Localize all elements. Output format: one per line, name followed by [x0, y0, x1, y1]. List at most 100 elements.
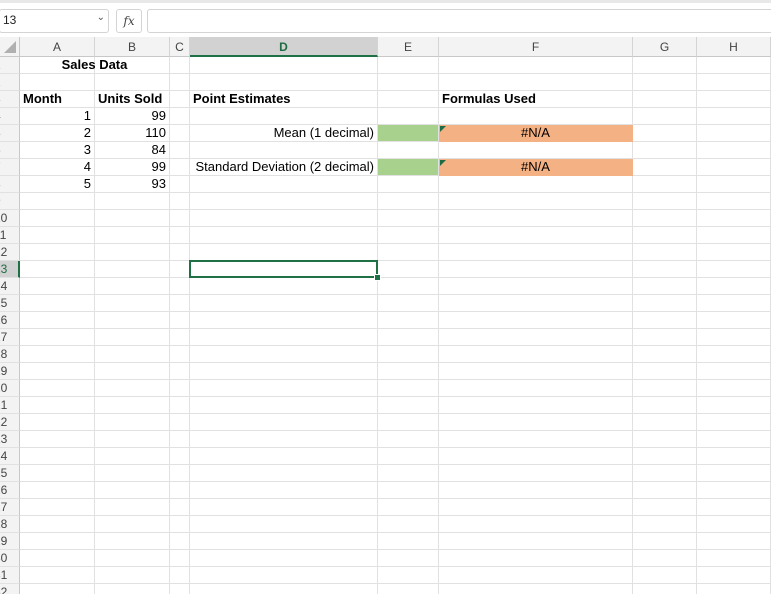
- cell-g26[interactable]: [633, 482, 697, 499]
- cell-f12[interactable]: [439, 244, 633, 261]
- cell-f21[interactable]: [439, 397, 633, 414]
- cell-h25[interactable]: [697, 465, 771, 482]
- cell-h21[interactable]: [697, 397, 771, 414]
- row-header-29[interactable]: 29: [0, 533, 20, 550]
- cell-b17[interactable]: [95, 329, 170, 346]
- column-header-a[interactable]: A: [20, 37, 95, 57]
- cell-g25[interactable]: [633, 465, 697, 482]
- cell-h30[interactable]: [697, 550, 771, 567]
- cell-d15[interactable]: [190, 295, 378, 312]
- cell-b19[interactable]: [95, 363, 170, 380]
- cell-e2[interactable]: [378, 74, 439, 91]
- row-header-1[interactable]: 1: [0, 57, 20, 74]
- cell-c22[interactable]: [170, 414, 190, 431]
- cell-e24[interactable]: [378, 448, 439, 465]
- cell-a27[interactable]: [20, 499, 95, 516]
- cell-e31[interactable]: [378, 567, 439, 584]
- cell-g19[interactable]: [633, 363, 697, 380]
- cell-c11[interactable]: [170, 227, 190, 244]
- cell-g3[interactable]: [633, 91, 697, 108]
- cell-c18[interactable]: [170, 346, 190, 363]
- cell-g32[interactable]: [633, 584, 697, 594]
- cell-g31[interactable]: [633, 567, 697, 584]
- row-header-31[interactable]: 31: [0, 567, 20, 584]
- mean-formula-cell[interactable]: #N/A: [439, 125, 633, 142]
- cell-f13[interactable]: [439, 261, 633, 278]
- cell-f24[interactable]: [439, 448, 633, 465]
- cell-h23[interactable]: [697, 431, 771, 448]
- cell-h3[interactable]: [697, 91, 771, 108]
- row-header-11[interactable]: 11: [0, 227, 20, 244]
- cell-c13[interactable]: [170, 261, 190, 278]
- cell-c30[interactable]: [170, 550, 190, 567]
- cell-d12[interactable]: [190, 244, 378, 261]
- row-header-14[interactable]: 14: [0, 278, 20, 295]
- cell-g16[interactable]: [633, 312, 697, 329]
- cell-g30[interactable]: [633, 550, 697, 567]
- cell-a32[interactable]: [20, 584, 95, 594]
- cell-f4[interactable]: [439, 108, 633, 125]
- cell-b11[interactable]: [95, 227, 170, 244]
- row-header-2[interactable]: 2: [0, 74, 20, 91]
- cell-g23[interactable]: [633, 431, 697, 448]
- cell-g22[interactable]: [633, 414, 697, 431]
- cell-e4[interactable]: [378, 108, 439, 125]
- cell-d30[interactable]: [190, 550, 378, 567]
- cell-d2[interactable]: [190, 74, 378, 91]
- month-value[interactable]: 2: [20, 125, 95, 142]
- cell-a31[interactable]: [20, 567, 95, 584]
- selected-cell[interactable]: [189, 260, 378, 278]
- cell-f29[interactable]: [439, 533, 633, 550]
- error-indicator-icon[interactable]: [440, 160, 446, 166]
- cell-f15[interactable]: [439, 295, 633, 312]
- cell-c26[interactable]: [170, 482, 190, 499]
- cell-h12[interactable]: [697, 244, 771, 261]
- cell-f1[interactable]: [439, 57, 633, 74]
- cell-b15[interactable]: [95, 295, 170, 312]
- cell-c29[interactable]: [170, 533, 190, 550]
- standard-deviation-answer-cell[interactable]: [378, 159, 439, 176]
- cell-h6[interactable]: [697, 142, 771, 159]
- cell-d27[interactable]: [190, 499, 378, 516]
- cell-a30[interactable]: [20, 550, 95, 567]
- cell-e19[interactable]: [378, 363, 439, 380]
- cell-e20[interactable]: [378, 380, 439, 397]
- cell-a21[interactable]: [20, 397, 95, 414]
- standard-deviation-label[interactable]: Standard Deviation (2 decimal): [190, 159, 378, 176]
- cell-g5[interactable]: [633, 125, 697, 142]
- cell-a23[interactable]: [20, 431, 95, 448]
- formula-input[interactable]: [147, 9, 771, 33]
- units-sold-value[interactable]: 84: [95, 142, 170, 159]
- cell-h20[interactable]: [697, 380, 771, 397]
- cell-f23[interactable]: [439, 431, 633, 448]
- cell-d21[interactable]: [190, 397, 378, 414]
- cell-b21[interactable]: [95, 397, 170, 414]
- cell-d6[interactable]: [190, 142, 378, 159]
- cell-h5[interactable]: [697, 125, 771, 142]
- cell-b29[interactable]: [95, 533, 170, 550]
- cell-d16[interactable]: [190, 312, 378, 329]
- cell-e30[interactable]: [378, 550, 439, 567]
- cell-g12[interactable]: [633, 244, 697, 261]
- row-header-26[interactable]: 26: [0, 482, 20, 499]
- cell-d28[interactable]: [190, 516, 378, 533]
- cell-h31[interactable]: [697, 567, 771, 584]
- units-sold-value[interactable]: 93: [95, 176, 170, 193]
- cell-f6[interactable]: [439, 142, 633, 159]
- row-header-32[interactable]: 32: [0, 584, 20, 594]
- cell-b10[interactable]: [95, 210, 170, 227]
- cell-d18[interactable]: [190, 346, 378, 363]
- cell-c9[interactable]: [170, 193, 190, 210]
- cell-e32[interactable]: [378, 584, 439, 594]
- error-indicator-icon[interactable]: [440, 126, 446, 132]
- cell-g28[interactable]: [633, 516, 697, 533]
- cell-d20[interactable]: [190, 380, 378, 397]
- mean-answer-cell[interactable]: [378, 125, 439, 142]
- cell-b14[interactable]: [95, 278, 170, 295]
- cell-h2[interactable]: [697, 74, 771, 91]
- cell-a16[interactable]: [20, 312, 95, 329]
- point-estimates-header[interactable]: Point Estimates: [190, 91, 378, 108]
- cell-e6[interactable]: [378, 142, 439, 159]
- row-header-30[interactable]: 30: [0, 550, 20, 567]
- cell-d17[interactable]: [190, 329, 378, 346]
